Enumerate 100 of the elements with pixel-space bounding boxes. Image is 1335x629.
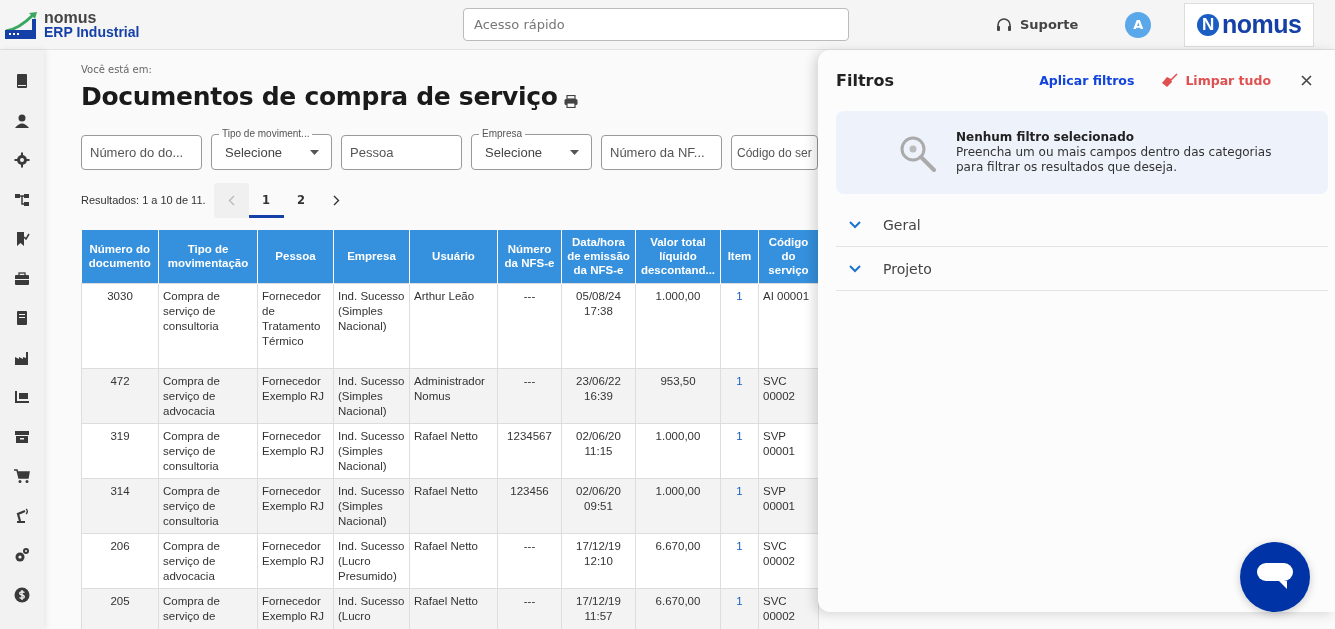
table-cell: 1.000,00	[635, 423, 721, 478]
book-icon[interactable]	[14, 73, 30, 89]
factory-icon[interactable]	[14, 349, 30, 366]
table-cell: 1	[720, 588, 759, 629]
dollar-icon[interactable]	[14, 586, 30, 603]
table-cell: ---	[497, 588, 562, 629]
document-icon[interactable]	[14, 310, 30, 326]
cart-icon[interactable]	[14, 468, 30, 484]
page-button[interactable]: 1	[248, 182, 284, 218]
table-cell: Fornecedor Exemplo RJ	[257, 478, 334, 533]
page-button[interactable]: 2	[283, 182, 319, 218]
brand-name: nomus	[44, 10, 98, 25]
table-cell: 1	[720, 423, 759, 478]
broom-icon	[1162, 73, 1179, 87]
column-header[interactable]: Pessoa	[257, 230, 334, 283]
column-header[interactable]: Usuário	[409, 230, 498, 283]
briefcase-icon[interactable]	[14, 270, 30, 287]
table-cell: 1.000,00	[635, 283, 721, 368]
table-cell: 17/12/19 11:57	[561, 588, 636, 629]
table-cell: SVC 00002	[758, 368, 819, 423]
brand-logo: N nomus	[1184, 2, 1315, 47]
column-header[interactable]: Número da NFS-e	[497, 230, 562, 283]
factory-logo-icon	[5, 10, 39, 39]
table-cell: SVP 00001	[758, 478, 819, 533]
table-cell: 23/06/22 16:39	[561, 368, 636, 423]
chat-bubble-icon	[1257, 563, 1293, 591]
support-button[interactable]: Suporte	[996, 16, 1079, 33]
field-label: Empresa	[481, 128, 523, 140]
column-header[interactable]: Data/hora de emissão da NFS-e	[561, 230, 636, 283]
table-cell: Compra de serviço de consultoria	[158, 283, 258, 368]
filter-dropdown[interactable]: Empresa Selecione	[471, 128, 592, 170]
table-cell: Compra de serviço de consultoria	[158, 423, 258, 478]
close-icon[interactable]	[1301, 74, 1312, 86]
filter-field[interactable]: Pessoa	[341, 135, 462, 170]
column-header[interactable]: Código do serviço	[758, 230, 819, 283]
column-header[interactable]: Tipo de movimentação	[158, 230, 258, 283]
column-header[interactable]: Número do documento	[81, 230, 159, 283]
caret-icon	[310, 150, 319, 155]
filter-dropdown[interactable]: Tipo de moviment... Selecione	[211, 128, 332, 170]
table-cell: 1.000,00	[635, 478, 721, 533]
table-cell: 472	[81, 368, 159, 423]
column-header[interactable]: Empresa	[333, 230, 410, 283]
table-cell: Arthur Leão	[409, 283, 498, 368]
table-cell: 1	[720, 478, 759, 533]
person-icon[interactable]	[14, 112, 30, 129]
chevron-right-icon	[332, 194, 340, 206]
field-label: Tipo de moviment...	[221, 128, 311, 140]
table-cell: Rafael Netto	[409, 588, 498, 629]
chat-button[interactable]	[1240, 542, 1310, 612]
table-cell: Fornecedor Exemplo RJ	[257, 368, 334, 423]
table-cell: Ind. Sucesso (Lucro Presumido)	[333, 533, 410, 588]
table-cell: 953,50	[635, 368, 721, 423]
table-cell: SVC 00002	[758, 533, 819, 588]
flag-icon[interactable]	[14, 231, 30, 247]
table-cell: Ind. Sucesso (Simples Nacional)	[333, 423, 410, 478]
quick-access-field[interactable]: Acesso rápido	[463, 8, 849, 41]
table-cell: Rafael Netto	[409, 423, 498, 478]
table-cell: Fornecedor Exemplo RJ	[257, 533, 334, 588]
table-cell: 314	[81, 478, 159, 533]
hierarchy-icon[interactable]	[14, 191, 30, 208]
table-cell: AI 00001	[758, 283, 819, 368]
apply-filters-link[interactable]: Aplicar filtros	[1039, 72, 1135, 88]
filter-field[interactable]: Número do do...	[81, 135, 202, 170]
user-avatar[interactable]: A	[1125, 11, 1152, 38]
table-cell: SVP 00001	[758, 423, 819, 478]
table-cell: 1	[720, 283, 759, 368]
print-icon[interactable]	[563, 94, 578, 108]
table-cell: 206	[81, 533, 159, 588]
table-cell: Administrador Nomus	[409, 368, 498, 423]
panel-title: Filtros	[836, 70, 895, 90]
table-cell: Ind. Sucesso (Simples Nacional)	[333, 478, 410, 533]
table-cell: 319	[81, 423, 159, 478]
filter-field[interactable]: Número da NF...	[601, 135, 722, 170]
table-cell: SVC 00002	[758, 588, 819, 629]
table-cell: 123456	[497, 478, 562, 533]
results-count: Resultados: 1 a 10 de 11.	[81, 194, 206, 206]
table-cell: Fornecedor Exemplo RJ	[257, 588, 334, 629]
column-header[interactable]: Item	[720, 230, 759, 283]
table-cell: Compra de serviço de consultoria	[158, 478, 258, 533]
table-cell: Rafael Netto	[409, 478, 498, 533]
caret-icon	[570, 150, 579, 155]
table-cell: 17/12/19 12:10	[561, 533, 636, 588]
headset-icon	[996, 16, 1012, 33]
table-cell: Rafael Netto	[409, 533, 498, 588]
table-cell: Compra de serviço de	[158, 588, 258, 629]
table-cell: Compra de serviço de advocacia	[158, 533, 258, 588]
filter-field[interactable]: Código do ser	[731, 135, 818, 170]
archive-icon[interactable]	[14, 428, 30, 445]
column-header[interactable]: Valor total líquido descontand...	[635, 230, 721, 283]
table-cell: ---	[497, 368, 562, 423]
filter-section[interactable]: Geral	[836, 203, 1328, 247]
table-cell: 3030	[81, 283, 159, 368]
table-cell: Fornecedor Exemplo RJ	[257, 423, 334, 478]
table-cell: 1234567	[497, 423, 562, 478]
table-cell: Ind. Sucesso (Lucro	[333, 588, 410, 629]
table-cell: Ind. Sucesso (Simples Nacional)	[333, 283, 410, 368]
filter-section[interactable]: Projeto	[836, 247, 1328, 291]
table-cell: 205	[81, 588, 159, 629]
breadcrumb-label: Você está em:	[81, 64, 153, 75]
clear-all-button[interactable]: Limpar tudo	[1162, 72, 1271, 88]
